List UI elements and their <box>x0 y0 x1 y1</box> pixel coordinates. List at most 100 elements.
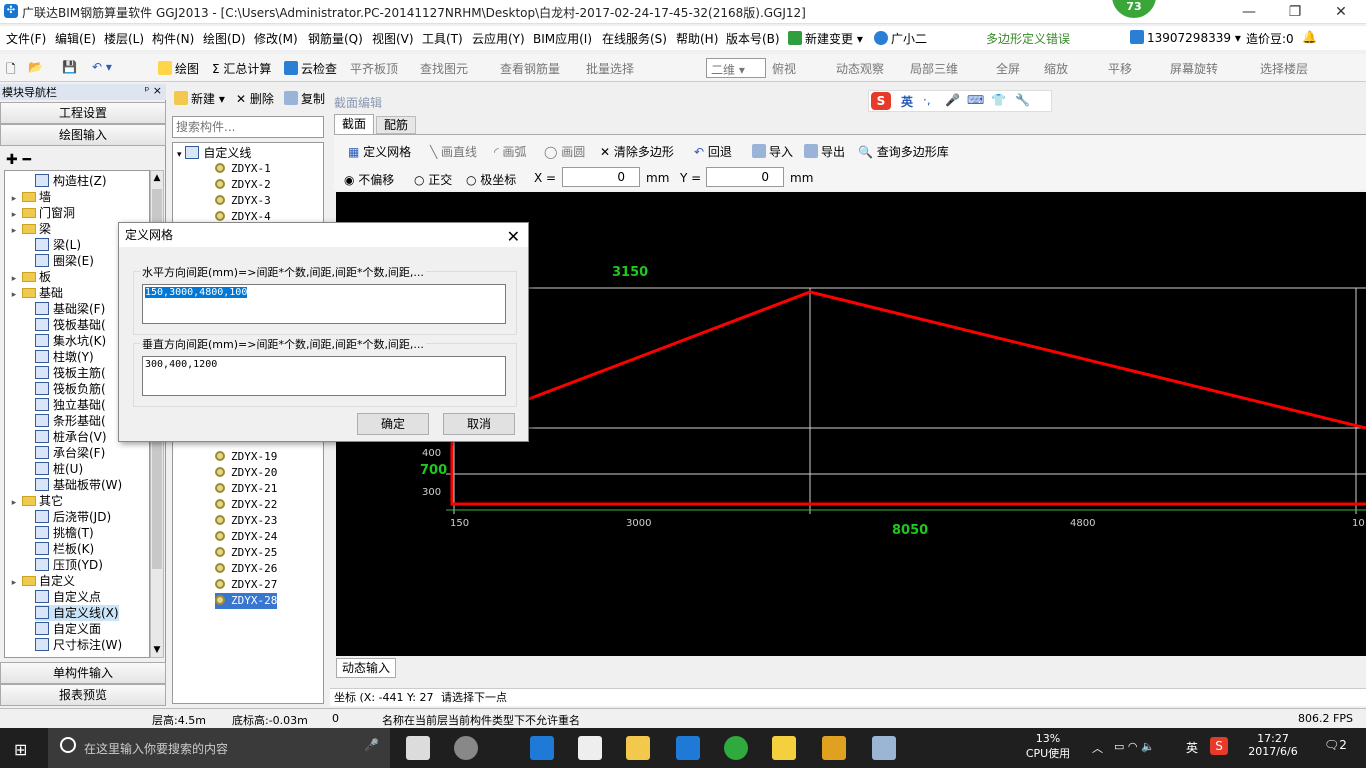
tree-item[interactable]: 栏板(K) <box>35 541 94 557</box>
component-list-item[interactable]: ZDYX-27 <box>215 577 277 593</box>
refresh-app-icon[interactable] <box>724 736 748 760</box>
component-list-item[interactable]: ZDYX-3 <box>215 193 271 209</box>
performance-badge[interactable]: 73 <box>1112 0 1156 18</box>
component-list-item[interactable]: ZDYX-26 <box>215 561 277 577</box>
align-slab-button[interactable]: 平齐板顶 <box>350 60 398 77</box>
tree-item[interactable]: 压顶(YD) <box>35 557 103 573</box>
top-view-button[interactable]: 俯视 <box>772 60 796 77</box>
tree-folder[interactable]: ▸ 自定义 <box>9 573 75 589</box>
component-list-item[interactable]: ZDYX-25 <box>215 545 277 561</box>
component-list-item[interactable]: ZDYX-19 <box>215 449 277 465</box>
glodon-app-icon[interactable] <box>676 736 700 760</box>
dynamic-view-button[interactable]: 动态观察 <box>836 60 884 77</box>
tray-chevron-icon[interactable]: ︿ <box>1092 740 1103 756</box>
query-polygon-lib-button[interactable]: 🔍 查询多边形库 <box>858 143 949 160</box>
draw-line-button[interactable]: ╲ 画直线 <box>430 143 477 160</box>
close-window-button[interactable]: ✕ <box>1318 0 1364 24</box>
tree-item[interactable]: 后浇带(JD) <box>35 509 111 525</box>
tab-section[interactable]: 截面 <box>334 114 374 134</box>
menu-modify[interactable]: 修改(M) <box>254 30 298 47</box>
edge-browser-icon[interactable] <box>530 736 554 760</box>
tree-item[interactable]: 柱墩(Y) <box>35 349 94 365</box>
menu-component[interactable]: 构件(N) <box>152 30 194 47</box>
define-grid-button[interactable]: ▦ 定义网格 <box>348 143 411 160</box>
tray-ime[interactable]: 英 <box>1186 739 1198 756</box>
draw-button[interactable]: 绘图 <box>158 60 199 77</box>
component-list-item[interactable]: ZDYX-24 <box>215 529 277 545</box>
tree-root-custom-line[interactable]: ▾ 自定义线 <box>177 145 251 161</box>
taskbar-search[interactable]: 在这里输入你要搜索的内容 🎤 <box>48 728 390 768</box>
ime-english[interactable]: 英 <box>901 93 913 110</box>
ok-button[interactable]: 确定 <box>357 413 429 435</box>
horizontal-spacing-input[interactable]: 150,3000,4800,100 <box>142 284 506 324</box>
tree-folder[interactable]: ▸ 其它 <box>9 493 63 509</box>
clear-polygon-button[interactable]: ✕ 清除多边形 <box>600 143 674 160</box>
tree-item[interactable]: 条形基础( <box>35 413 106 429</box>
menu-floor[interactable]: 楼层(L) <box>104 30 144 47</box>
menu-draw[interactable]: 绘图(D) <box>203 30 246 47</box>
y-offset-input[interactable]: 0 <box>706 167 784 187</box>
find-element-button[interactable]: 查找图元 <box>420 60 468 77</box>
section-drawing-input[interactable]: 绘图输入 <box>0 124 166 146</box>
component-list-item[interactable]: ZDYX-2 <box>215 177 271 193</box>
section-single-component[interactable]: 单构件输入 <box>0 662 166 684</box>
view-mode-select[interactable]: 二维 ▾ <box>706 58 766 78</box>
skin-icon[interactable]: 👕 <box>991 93 1006 107</box>
menu-view[interactable]: 视图(V) <box>372 30 414 47</box>
menu-help[interactable]: 帮助(H) <box>676 30 718 47</box>
sogou-tray-icon[interactable]: S <box>1210 737 1228 755</box>
draw-circle-button[interactable]: ◯ 画圆 <box>544 143 585 160</box>
app-swirl-icon[interactable] <box>454 736 478 760</box>
tree-item[interactable]: 基础梁(F) <box>35 301 105 317</box>
snap-polar[interactable]: ○ 极坐标 <box>466 171 516 188</box>
tab-rebar[interactable]: 配筋 <box>376 116 416 134</box>
component-list-item[interactable]: ZDYX-20 <box>215 465 277 481</box>
microphone-icon[interactable]: 🎤 <box>364 738 379 752</box>
import-button[interactable]: 导入 <box>752 143 793 160</box>
user-account[interactable]: 13907298339 ▾ <box>1130 30 1241 45</box>
editor-app-icon[interactable] <box>822 736 846 760</box>
component-list-item[interactable]: ZDYX-21 <box>215 481 277 497</box>
tray-icons[interactable]: ▭ ◠ 🔈 <box>1114 740 1155 753</box>
fullscreen-button[interactable]: 全屏 <box>996 60 1020 77</box>
save-icon[interactable]: 💾 <box>62 60 77 74</box>
assistant-menu[interactable]: 广小二 <box>874 30 927 47</box>
store-icon[interactable] <box>578 736 602 760</box>
rollback-button[interactable]: ↶ 回退 <box>694 143 732 160</box>
tree-item[interactable]: 筏板主筋( <box>35 365 106 381</box>
microphone-icon[interactable]: 🎤 <box>945 93 960 107</box>
tree-folder[interactable]: ▸ 板 <box>9 269 51 285</box>
view-rebar-button[interactable]: 查看钢筋量 <box>500 60 560 77</box>
tree-folder[interactable]: ▸ 墙 <box>9 189 51 205</box>
tree-item[interactable]: 自定义面 <box>35 621 101 637</box>
cancel-button[interactable]: 取消 <box>443 413 515 435</box>
cloud-check-button[interactable]: 云检查 <box>284 60 337 77</box>
x-offset-input[interactable]: 0 <box>562 167 640 187</box>
snap-no-offset[interactable]: ◉ 不偏移 <box>344 171 394 188</box>
export-button[interactable]: 导出 <box>804 143 845 160</box>
component-list-item[interactable]: ZDYX-1 <box>215 161 271 177</box>
tree-folder[interactable]: ▸ 门窗洞 <box>9 205 75 221</box>
tree-item[interactable]: 尺寸标注(W) <box>35 637 122 653</box>
minimize-button[interactable]: — <box>1226 0 1272 24</box>
menu-edit[interactable]: 编辑(E) <box>55 30 96 47</box>
tree-item[interactable]: 桩承台(V) <box>35 429 107 445</box>
open-folder-icon[interactable]: 📂 <box>28 60 43 74</box>
settings-wrench-icon[interactable]: 🔧 <box>1015 93 1030 107</box>
menu-rebar[interactable]: 钢筋量(Q) <box>308 30 363 47</box>
tree-item[interactable]: 集水坑(K) <box>35 333 106 349</box>
tree-item[interactable]: 独立基础( <box>35 397 106 413</box>
maximize-button[interactable]: ❐ <box>1272 0 1318 24</box>
new-component-button[interactable]: 新建 ▾ <box>174 90 225 107</box>
clock[interactable]: 17:27 2017/6/6 <box>1240 732 1306 758</box>
menu-online[interactable]: 在线服务(S) <box>602 30 667 47</box>
snap-orthogonal[interactable]: ○ 正交 <box>414 171 452 188</box>
remote-app-icon[interactable] <box>872 736 896 760</box>
dialog-close-icon[interactable]: ✕ <box>507 225 520 249</box>
notification-bell-icon[interactable]: 🔔 <box>1302 30 1317 44</box>
tree-folder[interactable]: ▸ 基础 <box>9 285 63 301</box>
batch-select-button[interactable]: 批量选择 <box>586 60 634 77</box>
tree-item[interactable]: 承台梁(F) <box>35 445 105 461</box>
menu-bim[interactable]: BIM应用(I) <box>533 30 592 47</box>
copy-component-button[interactable]: 复制 <box>284 90 325 107</box>
